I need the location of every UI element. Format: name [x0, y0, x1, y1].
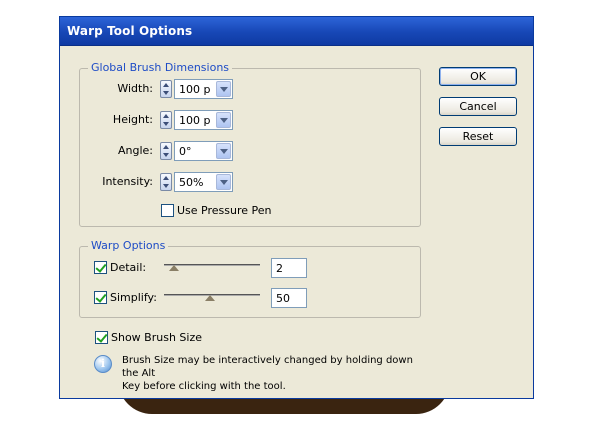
- ok-button[interactable]: OK: [439, 67, 517, 86]
- detail-value: 2: [276, 262, 283, 275]
- width-value: 100 p: [179, 83, 211, 96]
- warp-tool-options-dialog: Warp Tool Options Global Brush Dimension…: [59, 16, 534, 399]
- show-brush-size-checkbox[interactable]: [95, 331, 108, 344]
- height-combo[interactable]: 100 p: [174, 110, 233, 130]
- height-spinner[interactable]: [160, 111, 172, 129]
- info-line-2: Key before clicking with the tool.: [122, 381, 286, 392]
- simplify-checkbox[interactable]: [94, 291, 107, 304]
- detail-label: Detail:: [110, 261, 147, 274]
- simplify-label: Simplify:: [110, 291, 157, 304]
- use-pressure-pen-checkbox[interactable]: [161, 204, 174, 217]
- warp-options-group: Warp Options: [79, 239, 421, 318]
- cancel-button[interactable]: Cancel: [439, 97, 517, 116]
- reset-button[interactable]: Reset: [439, 127, 517, 146]
- height-label: Height:: [112, 113, 153, 126]
- info-line-1: Brush Size may be interactively changed …: [122, 355, 413, 379]
- use-pressure-pen-label: Use Pressure Pen: [177, 204, 272, 217]
- detail-slider-thumb[interactable]: [169, 265, 179, 271]
- info-icon: [94, 355, 112, 373]
- width-combo[interactable]: 100 p: [174, 79, 233, 99]
- intensity-label: Intensity:: [102, 175, 153, 188]
- group-legend: Global Brush Dimensions: [88, 61, 233, 74]
- width-label: Width:: [117, 82, 153, 95]
- simplify-value: 50: [276, 292, 290, 305]
- angle-label: Angle:: [117, 144, 153, 157]
- intensity-combo[interactable]: 50%: [174, 172, 233, 192]
- chevron-down-icon[interactable]: [216, 143, 231, 159]
- angle-combo[interactable]: 0°: [174, 141, 233, 161]
- detail-input[interactable]: 2: [271, 258, 307, 278]
- dialog-body: Global Brush Dimensions Width: 100 p Hei…: [63, 46, 530, 395]
- intensity-value: 50%: [179, 176, 204, 189]
- width-spinner[interactable]: [160, 80, 172, 98]
- show-brush-size-label: Show Brush Size: [111, 331, 202, 344]
- chevron-down-icon[interactable]: [216, 174, 231, 190]
- simplify-slider-thumb[interactable]: [205, 295, 215, 301]
- detail-checkbox[interactable]: [94, 261, 107, 274]
- angle-spinner[interactable]: [160, 142, 172, 160]
- chevron-down-icon[interactable]: [216, 112, 231, 128]
- simplify-input[interactable]: 50: [271, 288, 307, 308]
- group-legend: Warp Options: [88, 239, 169, 252]
- info-message: Brush Size may be interactively changed …: [122, 354, 432, 393]
- title-bar[interactable]: Warp Tool Options: [60, 17, 533, 46]
- intensity-spinner[interactable]: [160, 173, 172, 191]
- chevron-down-icon[interactable]: [216, 81, 231, 97]
- dialog-title: Warp Tool Options: [67, 24, 193, 38]
- height-value: 100 p: [179, 114, 211, 127]
- angle-value: 0°: [179, 145, 192, 158]
